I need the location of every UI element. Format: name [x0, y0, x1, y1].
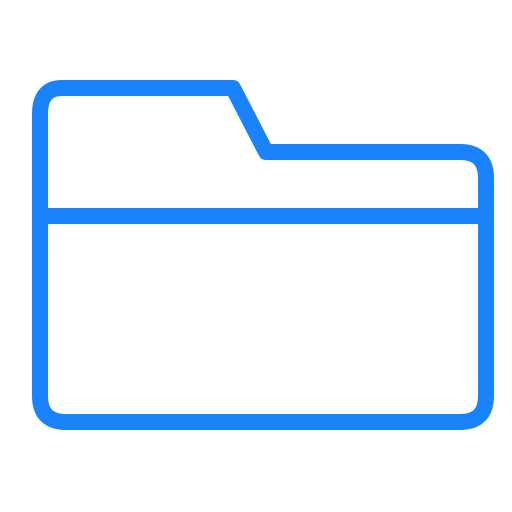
folder-icon [32, 80, 494, 430]
folder-outline [32, 80, 494, 430]
icon-canvas [0, 0, 512, 512]
